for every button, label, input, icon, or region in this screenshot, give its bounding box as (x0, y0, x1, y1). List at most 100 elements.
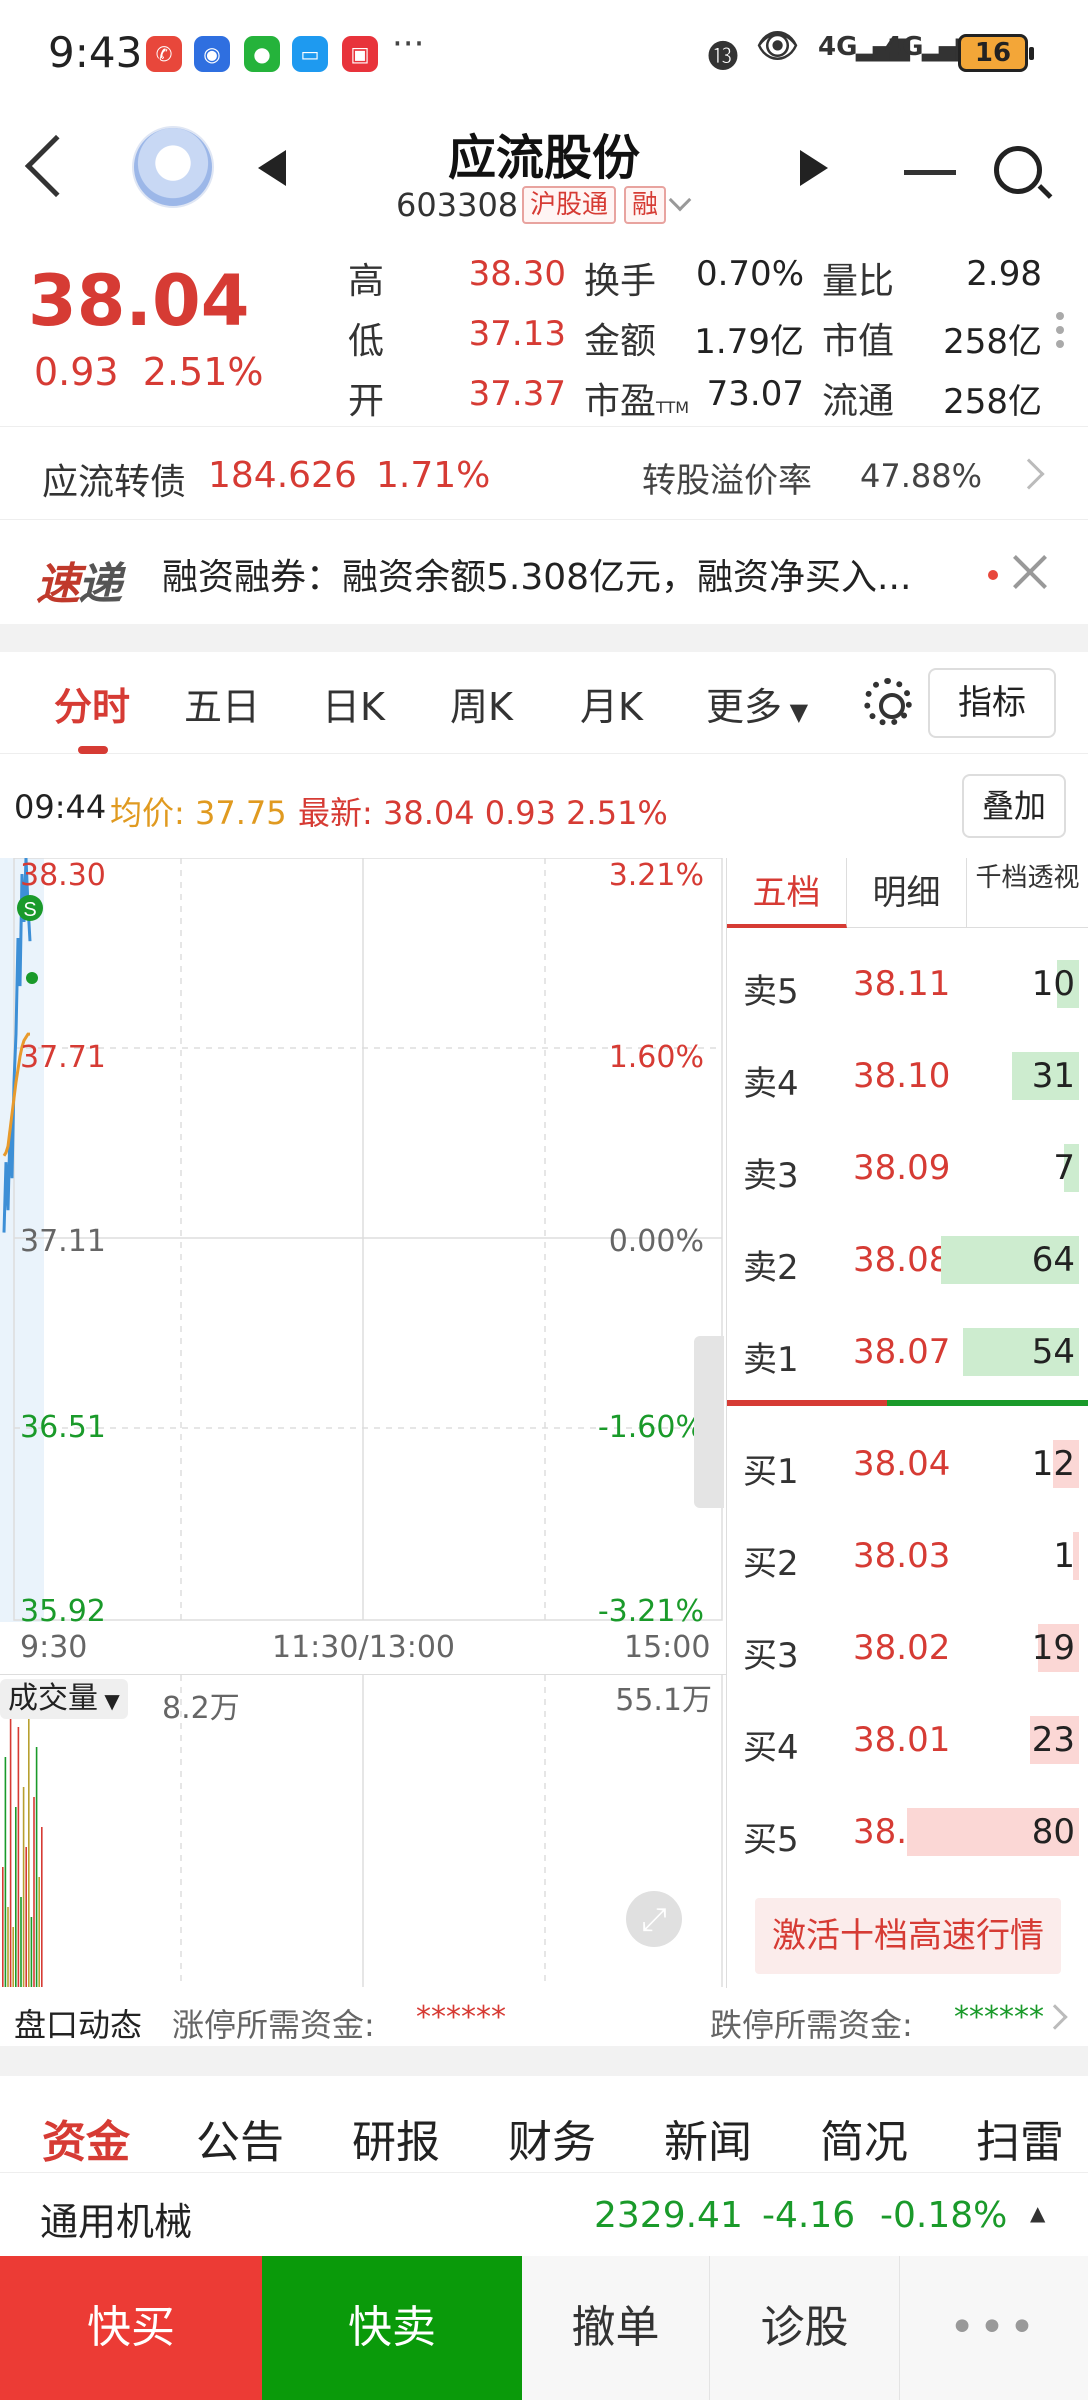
gear-icon[interactable] (864, 678, 912, 726)
tab-daily-k[interactable]: 日K (322, 676, 385, 731)
level-volume: 80 (1031, 1812, 1075, 1852)
intraday-chart[interactable]: S 38.30 37.71 37.11 36.51 35.92 3.21% 1.… (0, 858, 726, 1629)
order-book-row[interactable]: 买4 38.01 23 (727, 1694, 1088, 1786)
level-price: 38.09 (853, 1148, 951, 1188)
search-icon[interactable] (994, 146, 1042, 194)
more-menu-icon[interactable] (1056, 312, 1064, 320)
x-tick: 9:30 (20, 1630, 88, 1665)
activate-level10-button[interactable]: 激活十档高速行情 (755, 1898, 1061, 1974)
y-tick-right: -3.21% (597, 1594, 704, 1629)
tab-risk-scan[interactable]: 扫雷 (976, 2106, 1064, 2170)
tab-intraday[interactable]: 分时 (54, 676, 130, 731)
chevron-right-icon (1013, 458, 1045, 490)
diagnose-button[interactable]: 诊股 (710, 2256, 900, 2400)
next-stock-icon[interactable] (800, 150, 828, 186)
tab-finance[interactable]: 财务 (508, 2106, 596, 2170)
tab-more[interactable]: 更多 ▼ (706, 676, 808, 731)
volume-selector[interactable]: 成交量 ▼ (0, 1679, 128, 1719)
cancel-order-button[interactable]: 撤单 (522, 2256, 710, 2400)
order-book-row[interactable]: 卖3 38.09 7 (727, 1122, 1088, 1214)
unread-dot (988, 570, 998, 580)
volume-bar (4, 1757, 7, 1987)
overlay-button[interactable]: 叠加 (962, 774, 1066, 838)
tab-more-label: 更多 (706, 685, 783, 729)
industry-value: 2329.41 (594, 2195, 743, 2236)
industry-row[interactable]: 通用机械 2329.41 -4.16 -0.18% ▲ (0, 2172, 1088, 2256)
vol-ratio-label: 量比 (822, 261, 895, 302)
tab-weekly-k[interactable]: 周K (450, 676, 513, 731)
tab-announcements[interactable]: 公告 (196, 2106, 284, 2170)
signal-icon: 4G (818, 32, 858, 62)
level-volume: 7 (1053, 1148, 1075, 1188)
tab-five-day[interactable]: 五日 (184, 676, 260, 731)
level-label: 买4 (743, 1728, 799, 1768)
level-volume: 54 (1031, 1332, 1075, 1372)
side-drawer-handle[interactable] (694, 1336, 724, 1508)
tab-news[interactable]: 新闻 (664, 2106, 752, 2170)
volume-bar (15, 1807, 17, 1987)
expand-icon[interactable]: ⤢ (626, 1891, 682, 1947)
level-price: 38.02 (853, 1628, 951, 1668)
level-label: 卖2 (743, 1248, 799, 1288)
margin-badge: 融 (624, 186, 667, 224)
level-label: 卖5 (743, 972, 799, 1012)
sudi-logo: 速递 (36, 548, 122, 612)
float-cap-value: 258亿 (943, 382, 1042, 422)
more-actions-icon[interactable]: ••• (900, 2256, 1088, 2400)
indicator-button[interactable]: 指标 (928, 668, 1056, 738)
ask-list: 卖5 38.11 10 卖4 38.10 31 卖3 38.09 7 卖2 38.08 64 卖1 38.… (727, 928, 1088, 1398)
news-ticker[interactable]: 速递 融资融券：融资余额5.308亿元，融资净买入... (0, 520, 1088, 624)
message-icon: ▭ (292, 36, 328, 72)
low-label: 低 (348, 321, 385, 362)
tab-level5[interactable]: 五档 (727, 858, 847, 928)
premium-label: 转股溢价率 (642, 461, 812, 501)
order-book-row[interactable]: 卖5 38.11 10 (727, 938, 1088, 1030)
volume-bars (2, 1687, 43, 1987)
level-price: 38.11 (853, 964, 951, 1004)
tab-research[interactable]: 研报 (352, 2106, 440, 2170)
status-time: 9:43 (48, 28, 143, 77)
order-book-row[interactable]: 卖1 38.07 54 (727, 1306, 1088, 1398)
status-bar: 9:43 ✆ ◉ ● ▭ ▣ ··· ⓭ 👁 4G ▂▄▆ 4G ▂▄▆ 16 (0, 0, 1088, 110)
x-tick: 15:00 (624, 1630, 711, 1665)
volume-bar (41, 1827, 43, 1987)
level-label: 买1 (743, 1452, 799, 1492)
level-price: 38.04 (853, 1444, 951, 1484)
stock-code: 603308 (396, 186, 519, 224)
level-volume: 12 (1031, 1444, 1075, 1484)
y-tick-left: 38.30 (20, 858, 106, 893)
low-value: 37.13 (468, 314, 566, 354)
tab-detail[interactable]: 明细 (847, 858, 967, 928)
order-book-row[interactable]: 买5 38.00 80 (727, 1786, 1088, 1878)
level-price: 38.07 (853, 1332, 951, 1372)
close-icon[interactable] (1010, 552, 1050, 592)
chevron-down-icon[interactable] (668, 188, 692, 212)
order-book-row[interactable]: 卖4 38.10 31 (727, 1030, 1088, 1122)
volume-bar (2, 1867, 4, 1987)
remove-icon[interactable] (904, 170, 956, 175)
quick-buy-button[interactable]: 快买 (0, 2256, 262, 2400)
volume-bar (22, 1787, 25, 1987)
caret-down-icon: ▼ (98, 1689, 120, 1713)
change-value: 0.93 (34, 350, 119, 394)
avg-price: 均价: 37.75 (110, 788, 287, 834)
eye-icon: 👁 (756, 26, 800, 66)
level-label: 买2 (743, 1544, 799, 1584)
order-dynamics-bar[interactable]: 盘口动态 涨停所需资金: ****** 跌停所需资金: ****** (0, 1988, 1088, 2046)
tab-monthly-k[interactable]: 月K (580, 676, 643, 731)
latest-label: 最新: (298, 794, 373, 832)
tab-depth[interactable]: 千档透视 (967, 858, 1088, 928)
order-book-row[interactable]: 买3 38.02 19 (727, 1602, 1088, 1694)
latest-price: 最新: 38.04 0.93 2.51% (298, 788, 668, 834)
level-label: 买3 (743, 1636, 799, 1676)
tab-funds[interactable]: 资金 (42, 2106, 130, 2170)
volume-bar (38, 1877, 40, 1987)
convertible-bond-row[interactable]: 应流转债 184.626 1.71% 转股溢价率 47.88% (0, 426, 1088, 520)
level-price: 38.08 (853, 1240, 951, 1280)
caret-up-icon: ▲ (1030, 2201, 1046, 2225)
quick-sell-button[interactable]: 快卖 (262, 2256, 522, 2400)
order-book-row[interactable]: 买1 38.04 12 (727, 1418, 1088, 1510)
tab-profile[interactable]: 简况 (820, 2106, 908, 2170)
order-book-row[interactable]: 买2 38.03 1 (727, 1510, 1088, 1602)
order-book-row[interactable]: 卖2 38.08 64 (727, 1214, 1088, 1306)
